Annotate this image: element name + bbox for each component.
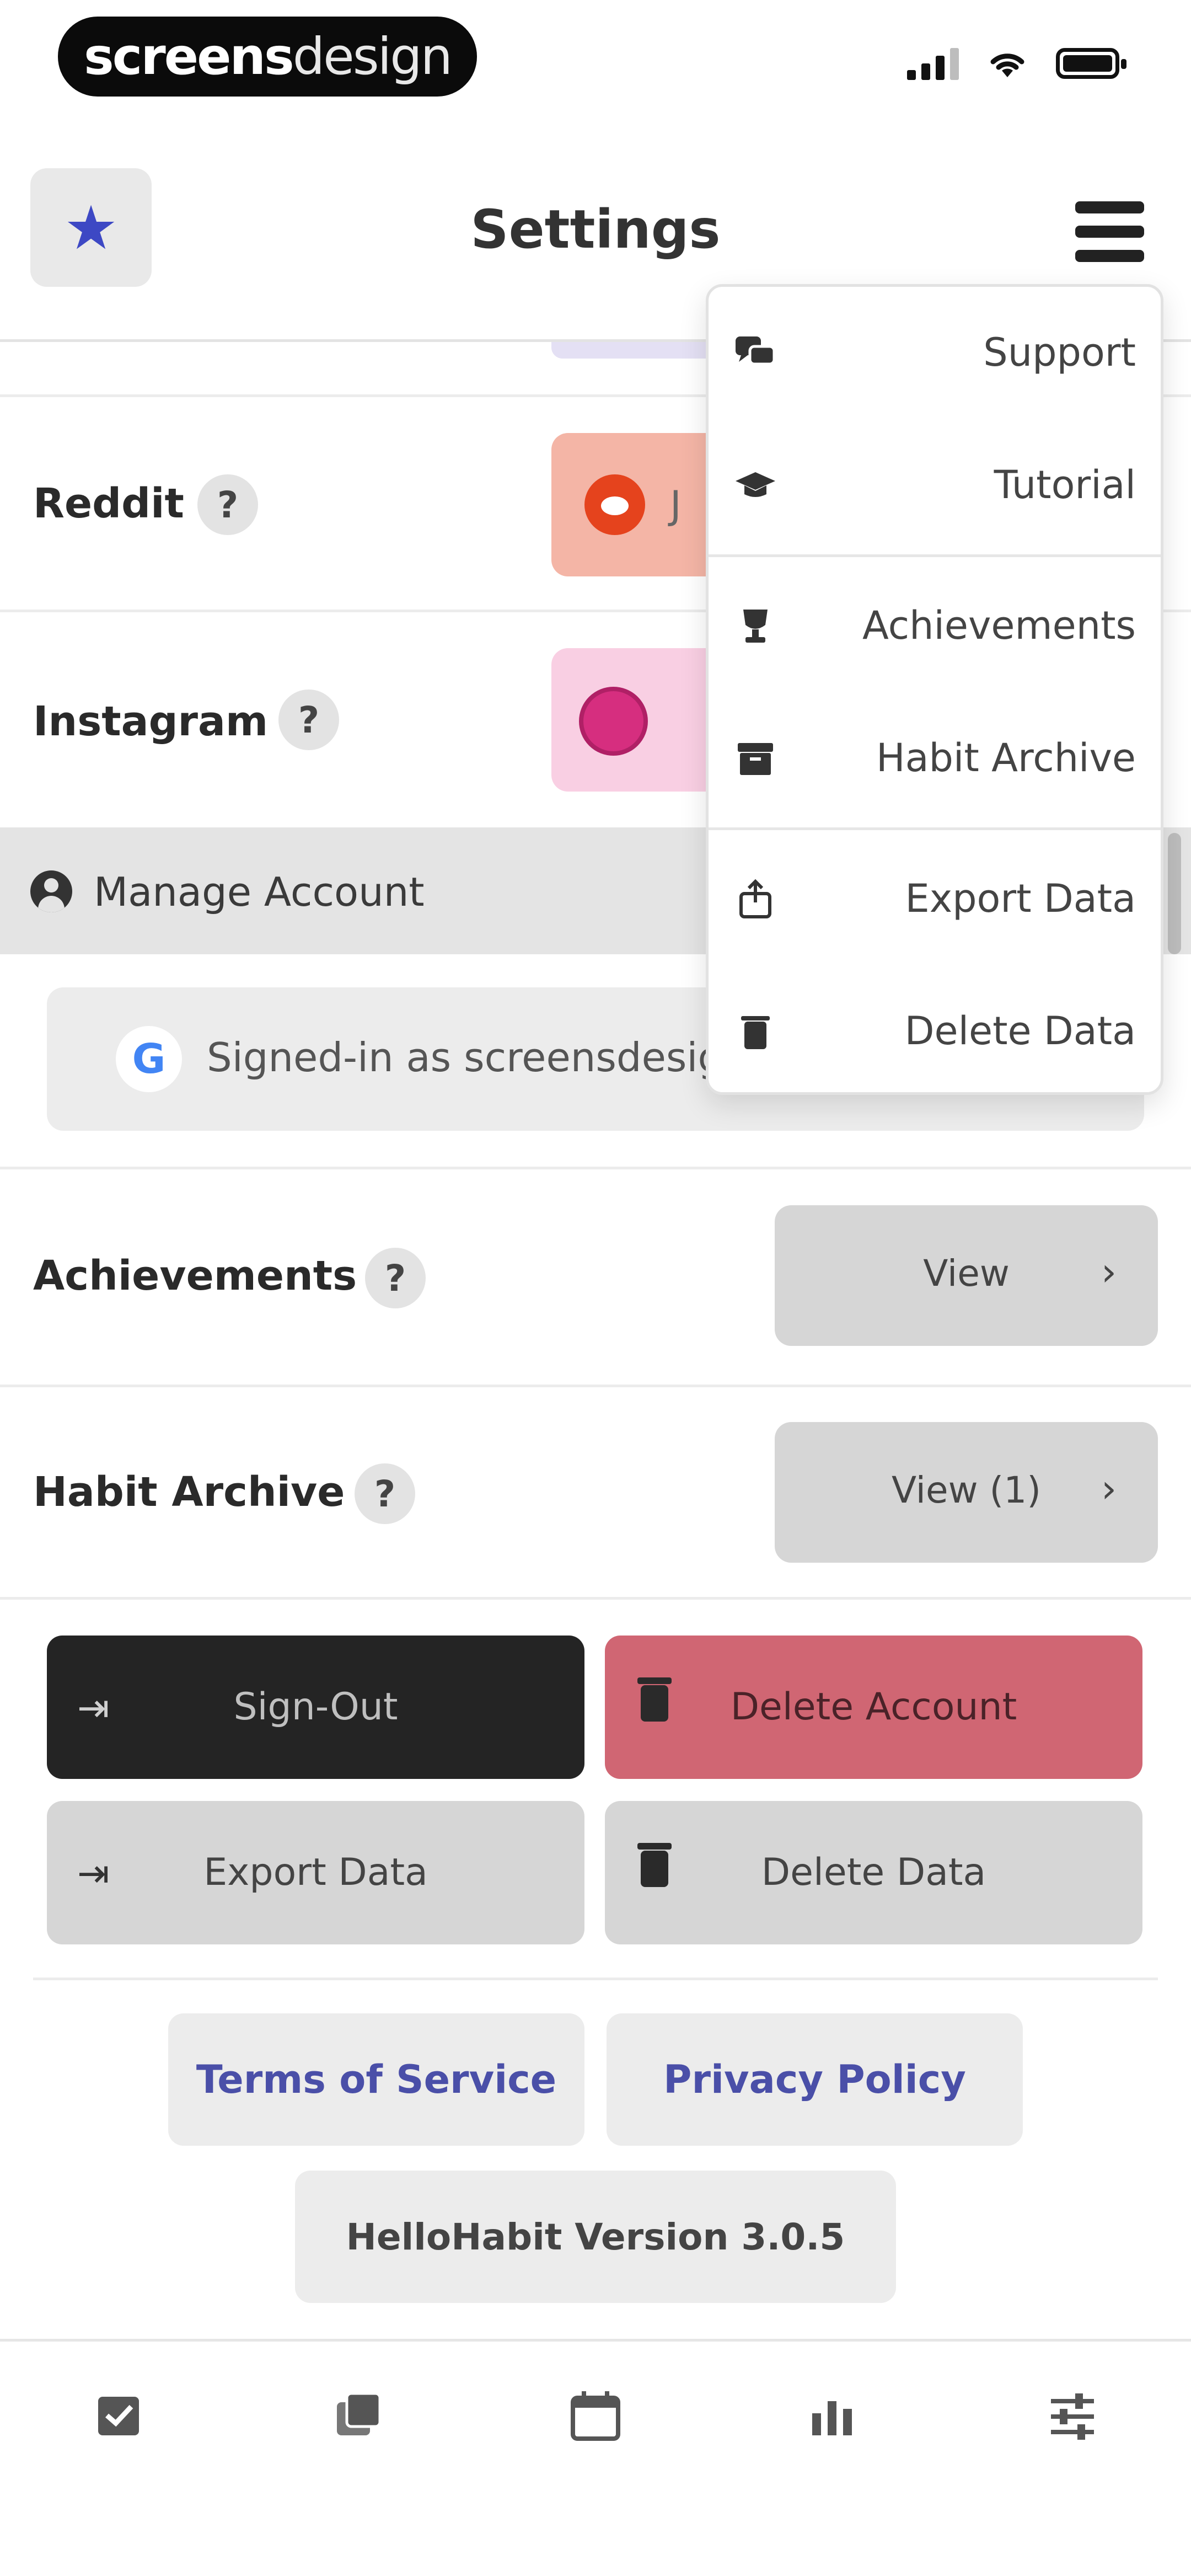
menu-button[interactable] bbox=[1075, 201, 1144, 262]
tab-stats[interactable] bbox=[802, 2386, 863, 2446]
brand-bold: screens bbox=[84, 27, 294, 86]
status-icons bbox=[907, 47, 1126, 80]
tabbar-divider bbox=[0, 2339, 1191, 2342]
reddit-help-button[interactable]: ? bbox=[197, 474, 258, 535]
instagram-icon bbox=[579, 687, 648, 756]
page-title: Settings bbox=[470, 199, 721, 260]
achievements-label: Achievements bbox=[33, 1252, 357, 1300]
habit-archive-help-button[interactable]: ? bbox=[355, 1463, 415, 1524]
overflow-menu: Support Tutorial Achievements Habit Arch… bbox=[706, 284, 1163, 1095]
achievements-help-button[interactable]: ? bbox=[365, 1248, 426, 1308]
menu-item-export-data[interactable]: Export Data bbox=[709, 833, 1161, 960]
row-divider bbox=[0, 1597, 1191, 1600]
export-icon bbox=[739, 879, 771, 918]
google-icon: G bbox=[116, 1026, 182, 1092]
menu-item-label: Support bbox=[983, 330, 1136, 375]
instagram-help-button[interactable]: ? bbox=[278, 690, 339, 750]
menu-item-label: Export Data bbox=[905, 876, 1136, 921]
delete-account-label: Delete Account bbox=[730, 1685, 1017, 1729]
menu-item-label: Tutorial bbox=[994, 462, 1136, 507]
archive-box-icon bbox=[738, 743, 773, 775]
reddit-label: Reddit bbox=[33, 480, 184, 527]
habits-icon bbox=[337, 2392, 382, 2435]
brand-light: design bbox=[292, 27, 453, 86]
sign-out-button[interactable]: ⇥ Sign-Out bbox=[47, 1636, 584, 1779]
trophy-icon bbox=[743, 610, 768, 643]
trash-icon bbox=[741, 1016, 770, 1049]
view-button-label: View (1) bbox=[891, 1469, 1042, 1511]
row-divider bbox=[0, 1385, 1191, 1387]
habit-archive-view-button[interactable]: View (1) › bbox=[775, 1422, 1158, 1563]
stats-icon bbox=[812, 2401, 852, 2435]
app-header: ★ Settings bbox=[0, 160, 1191, 298]
menu-item-label: Delete Data bbox=[904, 1008, 1136, 1054]
delete-data-button[interactable]: Delete Data bbox=[605, 1801, 1142, 1944]
menu-item-label: Habit Archive bbox=[876, 735, 1136, 781]
habit-archive-label: Habit Archive bbox=[33, 1468, 345, 1516]
menu-item-habit-archive[interactable]: Habit Archive bbox=[709, 692, 1161, 819]
app-version-label: HelloHabit Version 3.0.5 bbox=[295, 2171, 896, 2303]
reddit-icon bbox=[584, 474, 645, 535]
delete-account-button[interactable]: Delete Account bbox=[605, 1636, 1142, 1779]
menu-item-label: Achievements bbox=[862, 603, 1136, 648]
menu-separator bbox=[709, 554, 1161, 557]
menu-item-achievements[interactable]: Achievements bbox=[709, 560, 1161, 687]
chevron-right-icon: › bbox=[1101, 1249, 1117, 1295]
settings-sliders-icon bbox=[1051, 2393, 1094, 2440]
tab-today[interactable] bbox=[88, 2386, 149, 2446]
menu-item-support[interactable]: Support bbox=[709, 287, 1161, 414]
instagram-label: Instagram bbox=[33, 698, 269, 745]
section-divider bbox=[33, 1978, 1158, 1980]
row-divider bbox=[0, 1167, 1191, 1169]
graduation-cap-icon bbox=[736, 472, 775, 497]
battery-icon bbox=[1056, 48, 1126, 79]
scrollbar-thumb[interactable] bbox=[1168, 833, 1181, 954]
export-data-button[interactable]: ⇥ Export Data bbox=[47, 1801, 584, 1944]
view-button-label: View bbox=[923, 1252, 1010, 1295]
export-data-label: Export Data bbox=[203, 1851, 428, 1894]
wifi-icon bbox=[986, 47, 1028, 79]
reddit-button-text: J bbox=[670, 483, 682, 528]
chevron-right-icon: › bbox=[1101, 1466, 1117, 1511]
sign-out-label: Sign-Out bbox=[233, 1685, 398, 1729]
checkbox-icon bbox=[98, 2397, 139, 2435]
hamburger-icon bbox=[1075, 201, 1144, 213]
brand-watermark: screens design bbox=[58, 17, 477, 97]
privacy-policy-link[interactable]: Privacy Policy bbox=[607, 2013, 1023, 2146]
chat-icon bbox=[736, 336, 776, 366]
menu-item-tutorial[interactable]: Tutorial bbox=[709, 419, 1161, 546]
tab-calendar[interactable] bbox=[565, 2386, 626, 2446]
scrolled-content-edge bbox=[551, 342, 728, 359]
manage-account-label: Manage Account bbox=[94, 869, 425, 915]
user-circle-icon bbox=[30, 870, 72, 912]
tab-habits[interactable] bbox=[328, 2386, 389, 2446]
signal-icon bbox=[907, 47, 959, 80]
signed-in-text: Signed-in as screensdesign bbox=[207, 1034, 748, 1081]
status-bar: screens design bbox=[0, 0, 1191, 121]
delete-data-label: Delete Data bbox=[761, 1851, 986, 1894]
menu-item-delete-data[interactable]: Delete Data bbox=[709, 965, 1161, 1092]
achievements-view-button[interactable]: View › bbox=[775, 1205, 1158, 1346]
tab-settings[interactable] bbox=[1042, 2386, 1103, 2446]
menu-separator bbox=[709, 827, 1161, 830]
terms-of-service-link[interactable]: Terms of Service bbox=[168, 2013, 584, 2146]
calendar-icon bbox=[571, 2391, 620, 2441]
